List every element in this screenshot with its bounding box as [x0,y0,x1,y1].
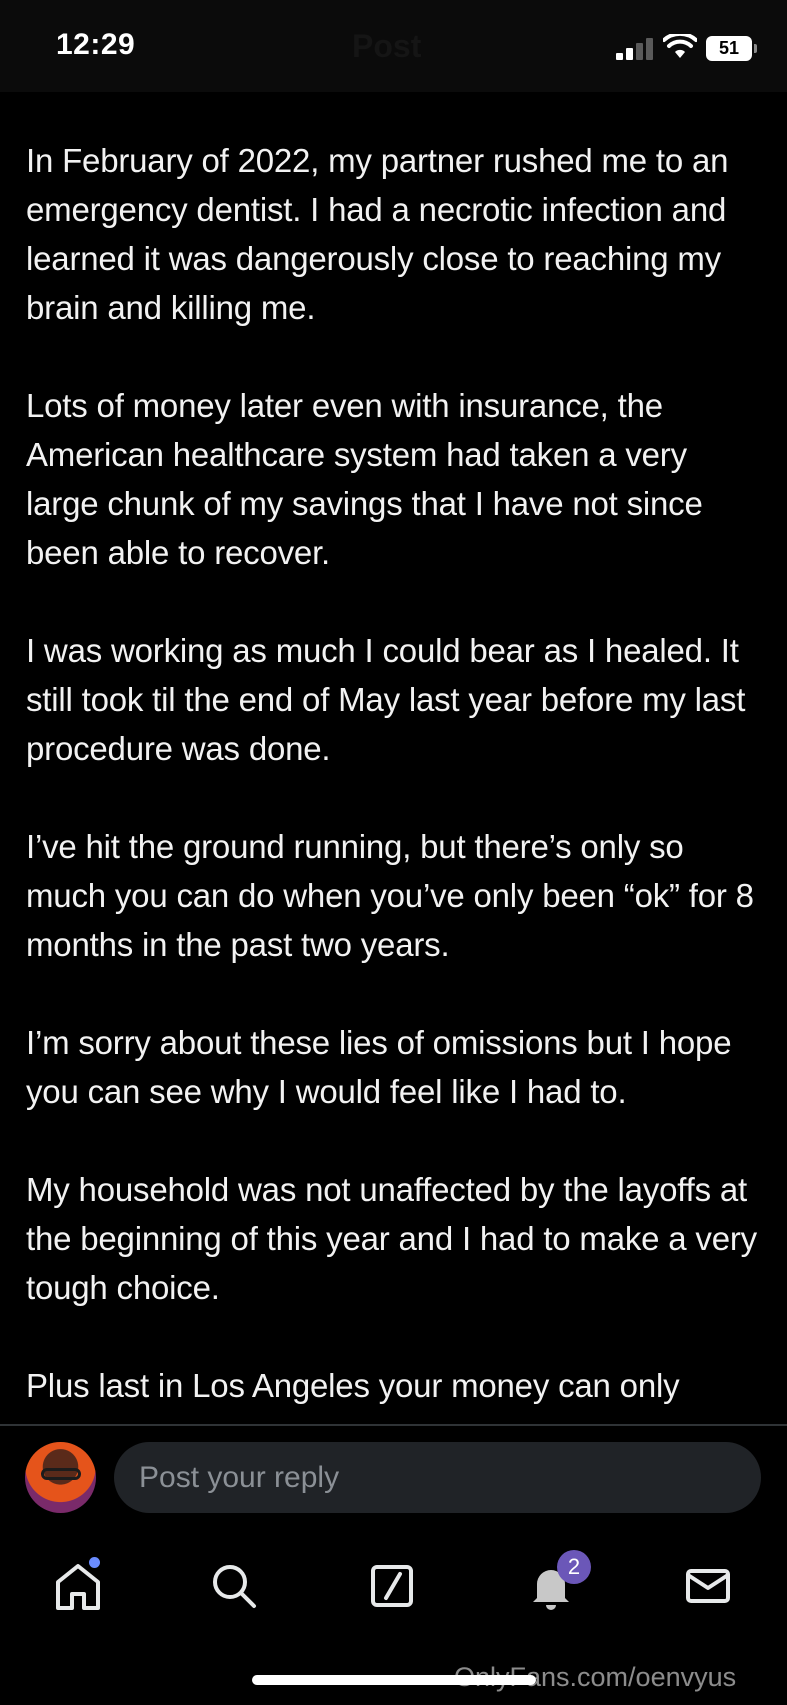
post-paragraph-partial: Plus last in Los Angeles your money can … [26,1367,680,1404]
reply-composer [0,1426,787,1526]
tab-messages[interactable] [678,1556,738,1616]
battery-icon: 51 [706,36,757,61]
wifi-icon [663,34,697,58]
tab-home[interactable] [48,1556,108,1616]
reply-input[interactable] [114,1442,761,1513]
tab-bar: 2 [0,1526,787,1646]
app-screen: 12:29 Post 51 In February of 2022, my pa… [0,0,787,1705]
post-paragraph: In February of 2022, my partner rushed m… [26,142,729,326]
avatar[interactable] [25,1442,96,1513]
header-title: Post [352,28,422,64]
notification-badge: 2 [557,1550,591,1584]
post-paragraph: I’ve hit the ground running, but there’s… [26,828,754,963]
post-paragraph: My household was not unaffected by the l… [26,1171,757,1306]
post-body: In February of 2022, my partner rushed m… [26,136,768,1424]
post-paragraph: I’m sorry about these lies of omissions … [26,1024,732,1110]
tab-compose[interactable] [362,1556,422,1616]
post-paragraph: I was working as much I could bear as I … [26,632,746,767]
home-unread-dot [89,1557,100,1568]
status-bar: 12:29 Post 51 [0,0,787,92]
mail-icon [686,1569,730,1603]
status-time: 12:29 [56,28,136,61]
search-icon [213,1565,256,1608]
post-paragraph: Lots of money later even with insurance,… [26,387,703,571]
tab-search[interactable] [204,1556,264,1616]
avatar-glasses [41,1468,81,1480]
tab-notifications[interactable]: 2 [521,1550,591,1616]
compose-icon [371,1565,413,1607]
signal-icon [616,38,654,60]
watermark: OnlyFans.com/oenvyus [454,1662,737,1692]
